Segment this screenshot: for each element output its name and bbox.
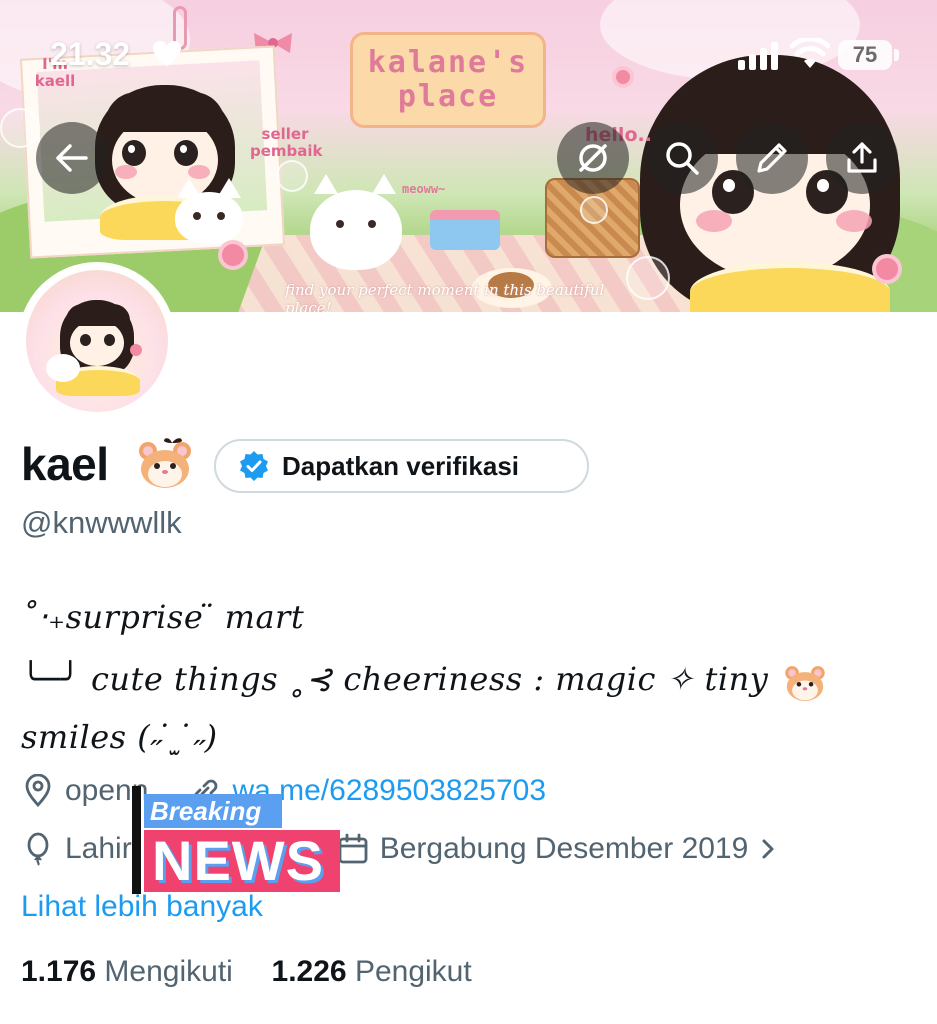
profile-handle: @knwwwllk — [21, 505, 182, 540]
character-eye — [174, 140, 198, 166]
profile-name: kael — [21, 438, 109, 490]
followers-label: Pengikut — [354, 955, 472, 988]
sticker-bar — [132, 786, 141, 894]
wifi-icon — [790, 38, 830, 68]
avatar-face — [70, 320, 124, 366]
status-time: 21.32 — [50, 36, 131, 72]
cellular-signal-icon — [738, 42, 778, 70]
back-arrow-icon — [56, 144, 88, 172]
flower-decoration — [876, 258, 898, 280]
hide-icon — [579, 144, 607, 172]
character-blush — [696, 210, 732, 232]
chevron-right-icon[interactable] — [758, 835, 778, 863]
followers-stat[interactable]: 1.226 Pengikut — [272, 955, 472, 988]
hide-button[interactable] — [557, 122, 629, 194]
get-verified-button[interactable]: Dapatkan verifikasi — [214, 439, 589, 493]
lunch-box — [430, 210, 500, 250]
bio-line-3: smiles (˶ ̇ ̫ ̇˶) — [21, 718, 218, 756]
get-verified-label: Dapatkan verifikasi — [282, 450, 520, 481]
avatar-bangs — [66, 304, 130, 326]
bio-line-2-text: ╰─╯ cute things ˳⊰ cheeriness : magic ✧ … — [21, 660, 769, 698]
following-label: Mengikuti — [104, 955, 233, 988]
heart-icon — [153, 41, 181, 66]
verified-badge-icon — [240, 451, 268, 481]
following-count: 1.176 — [21, 955, 97, 988]
bubble-decoration — [0, 108, 40, 148]
battery-nub — [894, 49, 899, 61]
hamster-emoji-icon — [139, 438, 191, 488]
pencil-icon — [757, 143, 787, 173]
balloon-icon — [21, 832, 55, 866]
back-button[interactable] — [36, 122, 108, 194]
news-label: NEWS — [144, 830, 340, 892]
avatar-eye — [80, 334, 91, 346]
avatar-cat — [46, 354, 80, 382]
search-button[interactable] — [646, 122, 718, 194]
battery-indicator: 75 — [838, 40, 892, 70]
see-more-link[interactable]: Lihat lebih banyak — [21, 890, 263, 924]
flower-decoration — [616, 70, 630, 84]
banner-tagline: find your perfect moment in this beautif… — [285, 281, 605, 312]
joined-date: Bergabung Desember 2019 — [379, 832, 749, 865]
breaking-news-sticker: Breaking NEWS — [132, 786, 342, 894]
avatar-flower — [130, 344, 142, 356]
character-blush — [188, 165, 210, 179]
character-blush — [115, 165, 137, 179]
banner-sticker-text: seller pembaik — [250, 125, 323, 160]
flower-decoration — [222, 244, 244, 266]
banner-sign: kalane's place — [350, 32, 546, 128]
cat-character — [175, 178, 243, 244]
hamster-emoji-icon — [785, 665, 825, 701]
sign-line-1: kalane's — [367, 45, 529, 80]
search-icon — [666, 142, 699, 175]
character-bangs — [105, 92, 225, 132]
share-icon — [847, 142, 877, 173]
following-stat[interactable]: 1.176 Mengikuti — [21, 955, 233, 988]
avatar-image — [26, 270, 168, 412]
edit-button[interactable] — [736, 122, 808, 194]
birthday-label: Lahir — [65, 832, 132, 865]
share-button[interactable] — [826, 122, 898, 194]
character-blush — [836, 210, 872, 232]
cat-character — [310, 174, 402, 270]
sign-line-2: place — [397, 79, 499, 114]
follow-stats: 1.176 Mengikuti 1.226 Pengikut — [21, 955, 472, 989]
bubble-decoration — [276, 160, 308, 192]
bubble-decoration — [580, 196, 608, 224]
bio-line-1: ˚‧₊surprise ̈ mart — [21, 598, 305, 636]
bio-line-2: ╰─╯ cute things ˳⊰ cheeriness : magic ✧ … — [21, 660, 827, 702]
breaking-label: Breaking — [144, 794, 282, 828]
avatar-eye — [104, 334, 115, 346]
meow-text: meoww~ — [402, 182, 446, 196]
location-pin-icon — [21, 774, 55, 808]
profile-avatar[interactable] — [18, 262, 176, 420]
character-eye — [122, 140, 146, 166]
followers-count: 1.226 — [271, 955, 347, 988]
